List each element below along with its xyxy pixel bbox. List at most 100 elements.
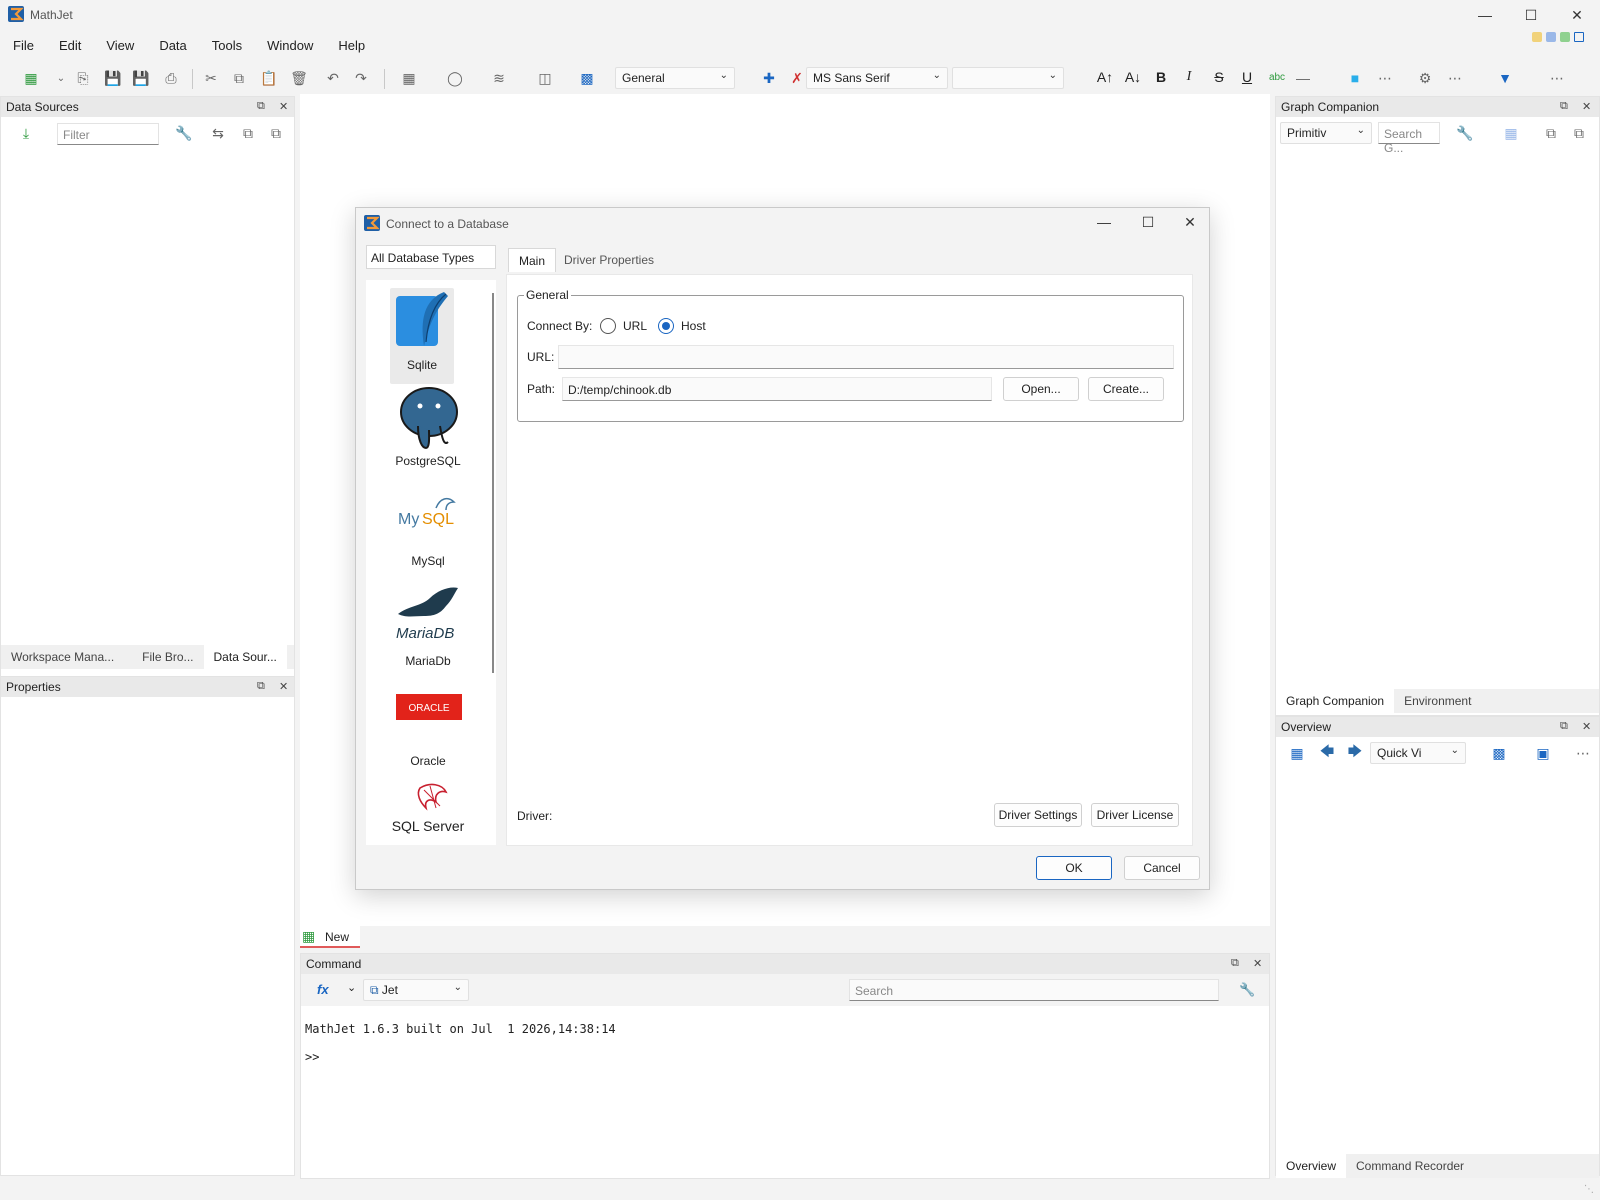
copy-icon[interactable]: ⧉ [230, 69, 248, 87]
copy-panel-icon[interactable]: ⧉ [1570, 124, 1588, 142]
cancel-button[interactable]: Cancel [1124, 856, 1200, 880]
db-item-mariadb[interactable]: MariaDB MariaDb [366, 584, 490, 680]
float-panel-icon[interactable]: ⧉ [257, 100, 265, 113]
undo-icon[interactable]: ↶ [324, 69, 342, 87]
tab-command-recorder[interactable]: Command Recorder [1346, 1154, 1474, 1178]
chart-icon[interactable]: ≋ [490, 69, 508, 87]
increase-font-icon[interactable]: A↑ [1094, 66, 1116, 88]
back-arrow-icon[interactable]: 🡄 [1318, 743, 1336, 762]
add-style-icon[interactable]: ✚ [760, 69, 778, 87]
radio-url[interactable] [600, 318, 616, 334]
float-panel-icon[interactable]: ⧉ [257, 680, 265, 693]
close-panel-icon[interactable]: ✕ [279, 680, 288, 693]
tab-driver-properties[interactable]: Driver Properties [554, 248, 664, 272]
close-button[interactable]: ✕ [1554, 0, 1600, 30]
command-search-input[interactable]: Search [849, 979, 1219, 1001]
collapse-icon[interactable]: ⧉ [1542, 124, 1560, 142]
tab-data-sources[interactable]: Data Sour... [203, 645, 287, 669]
close-panel-icon[interactable]: ✕ [279, 100, 288, 113]
close-panel-icon[interactable]: ✕ [1253, 957, 1262, 970]
fit-icon[interactable]: ▦ [1288, 744, 1306, 762]
quick-view-combo[interactable]: Quick Vi ⌄ [1370, 742, 1466, 764]
save-all-icon[interactable]: 💾 [132, 69, 150, 87]
table-icon[interactable]: ▦ [400, 69, 418, 87]
radio-host[interactable] [658, 318, 674, 334]
collapse-icon[interactable]: ⧉ [239, 124, 257, 142]
db-item-sqlite[interactable]: Sqlite [390, 288, 454, 384]
font-combo[interactable]: MS Sans Serif ⌄ [806, 67, 948, 89]
function-icon[interactable]: fx [317, 982, 329, 997]
minimize-button[interactable]: — [1462, 0, 1508, 30]
db-item-mysql[interactable]: My SQL MySql [366, 484, 490, 580]
tab-file-browser[interactable]: File Bro... [132, 645, 203, 669]
menu-file[interactable]: File [0, 34, 46, 58]
cut-icon[interactable]: ✂ [202, 69, 220, 87]
more-options-2-icon[interactable]: ⋯ [1446, 69, 1464, 87]
mdi-icon-2[interactable] [1546, 32, 1556, 42]
driver-license-button[interactable]: Driver License [1091, 803, 1179, 827]
wrench-icon[interactable]: 🔧 [1239, 982, 1255, 998]
url-field[interactable] [558, 345, 1174, 369]
ok-button[interactable]: OK [1036, 856, 1112, 880]
more-options-3-icon[interactable]: ⋯ [1548, 69, 1566, 87]
engine-combo[interactable]: ⧉ Jet ⌄ [363, 979, 469, 1001]
align-icon[interactable]: ◫ [536, 69, 554, 87]
swap-icon[interactable]: ⇆ [209, 124, 227, 142]
doc-tab-new[interactable]: ▦ New [300, 926, 360, 948]
font-size-combo[interactable]: ⌄ [952, 67, 1064, 89]
maximize-button[interactable]: ☐ [1508, 0, 1554, 30]
dialog-minimize-button[interactable]: — [1084, 208, 1124, 236]
float-panel-icon[interactable]: ⧉ [1231, 957, 1239, 970]
open-button[interactable]: Open... [1003, 377, 1079, 401]
tab-workspace-manager[interactable]: Workspace Mana... [1, 645, 124, 669]
driver-settings-button[interactable]: Driver Settings [994, 803, 1082, 827]
close-panel-icon[interactable]: ✕ [1582, 720, 1591, 733]
float-panel-icon[interactable]: ⧉ [1560, 720, 1568, 733]
db-types-header[interactable]: All Database Types [366, 245, 496, 269]
delete-icon[interactable]: 🗑 [290, 69, 308, 87]
paste-icon[interactable]: 📋 [260, 69, 278, 87]
redo-icon[interactable]: ↷ [352, 69, 370, 87]
menu-help[interactable]: Help [325, 34, 377, 58]
window-layout-icon[interactable]: ▩ [578, 69, 596, 87]
tab-overview[interactable]: Overview [1276, 1154, 1347, 1178]
fill-color-icon[interactable]: ■ [1346, 69, 1364, 87]
create-button[interactable]: Create... [1088, 377, 1164, 401]
dialog-maximize-button[interactable]: ☐ [1128, 208, 1168, 236]
menu-edit[interactable]: Edit [46, 34, 93, 58]
remove-style-icon[interactable]: ✗ [788, 69, 806, 87]
save-icon[interactable]: 💾 [104, 69, 122, 87]
new-workbook-icon[interactable]: ▦ [22, 69, 40, 87]
menu-window[interactable]: Window [254, 34, 325, 58]
print-icon[interactable]: ⎙ [162, 69, 180, 87]
dialog-close-button[interactable]: ✕ [1170, 208, 1210, 236]
import-icon[interactable]: ⤓ [17, 124, 35, 142]
settings-icon[interactable]: ⚙ [1416, 69, 1434, 87]
tab-graph-companion[interactable]: Graph Companion [1276, 689, 1395, 713]
mdi-icon-1[interactable] [1532, 32, 1542, 42]
db-item-sql-server[interactable]: SQL Server [366, 780, 490, 845]
command-output[interactable]: MathJet 1.6.3 built on Jul 1 2026,14:38:… [305, 1022, 616, 1064]
db-item-oracle[interactable]: ORACLE Oracle [366, 684, 490, 780]
bold-icon[interactable]: B [1150, 66, 1172, 88]
image-icon[interactable]: ▣ [1534, 744, 1552, 762]
wrench-icon[interactable]: 🔧 [175, 124, 193, 142]
copy-panel-icon[interactable]: ⧉ [267, 124, 285, 142]
line-style-icon[interactable]: — [1294, 69, 1312, 87]
text-color-icon[interactable]: abc [1266, 66, 1288, 88]
db-item-postgresql[interactable]: PostgreSQL [366, 384, 490, 480]
close-panel-icon[interactable]: ✕ [1582, 100, 1591, 113]
italic-icon[interactable]: I [1178, 66, 1200, 88]
db-list-scrollbar[interactable] [492, 293, 494, 673]
new-dropdown-chevron-icon[interactable]: ⌄ [52, 69, 70, 87]
wrench-icon[interactable]: 🔧 [1456, 124, 1474, 142]
layout-icon[interactable]: ▩ [1490, 744, 1508, 762]
tab-environment[interactable]: Environment [1394, 689, 1481, 713]
resize-grip-icon[interactable]: ⋱ [1584, 1184, 1594, 1195]
underline-icon[interactable]: U [1236, 66, 1258, 88]
more-options-icon[interactable]: ⋯ [1574, 744, 1592, 762]
primitive-combo[interactable]: Primitiv ⌄ [1280, 122, 1372, 144]
float-panel-icon[interactable]: ⧉ [1560, 100, 1568, 113]
chevron-down-icon[interactable]: ⌄ [347, 981, 356, 994]
filter-icon[interactable]: ▼ [1496, 69, 1514, 87]
